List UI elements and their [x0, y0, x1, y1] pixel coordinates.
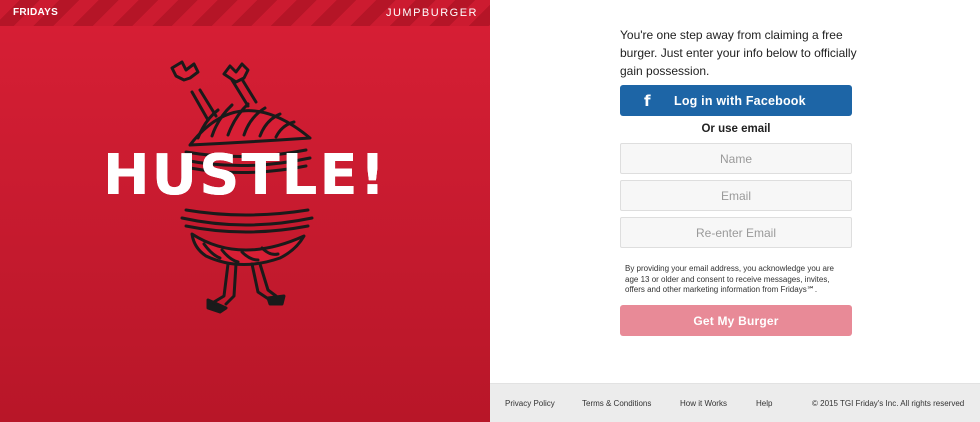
hero-headline: HUSTLE! — [102, 143, 388, 208]
footer-link-help[interactable]: Help — [756, 399, 772, 408]
footer-link-privacy[interactable]: Privacy Policy — [505, 399, 555, 408]
intro-text: You're one step away from claiming a fre… — [620, 28, 857, 78]
top-bar: FRIDAYS JUMPBURGER — [0, 0, 490, 26]
footer-copyright: © 2015 TGI Friday's Inc. All rights rese… — [812, 399, 965, 408]
or-use-email-label: Or use email — [701, 123, 771, 135]
footer-link-terms[interactable]: Terms & Conditions — [582, 399, 651, 408]
facebook-icon: f — [644, 91, 651, 110]
email-field[interactable] — [620, 180, 852, 211]
footer-link-how-it-works[interactable]: How it Works — [680, 399, 727, 408]
consent-disclaimer: By providing your email address, you ack… — [625, 264, 835, 294]
hero-panel: FRIDAYS JUMPBURGER HUSTLE! — [0, 0, 490, 422]
facebook-login-button[interactable]: f Log in with Facebook — [620, 85, 852, 116]
name-field[interactable] — [620, 143, 852, 174]
footer: Privacy Policy Terms & Conditions How it… — [490, 383, 980, 422]
fridays-logo[interactable]: FRIDAYS — [13, 7, 58, 18]
facebook-login-label: Log in with Facebook — [674, 93, 806, 108]
get-my-burger-button[interactable]: Get My Burger — [620, 305, 852, 336]
reenter-email-field[interactable] — [620, 217, 852, 248]
signup-panel: You're one step away from claiming a fre… — [490, 0, 980, 383]
jumpburger-logo[interactable]: JUMPBURGER — [386, 7, 478, 19]
